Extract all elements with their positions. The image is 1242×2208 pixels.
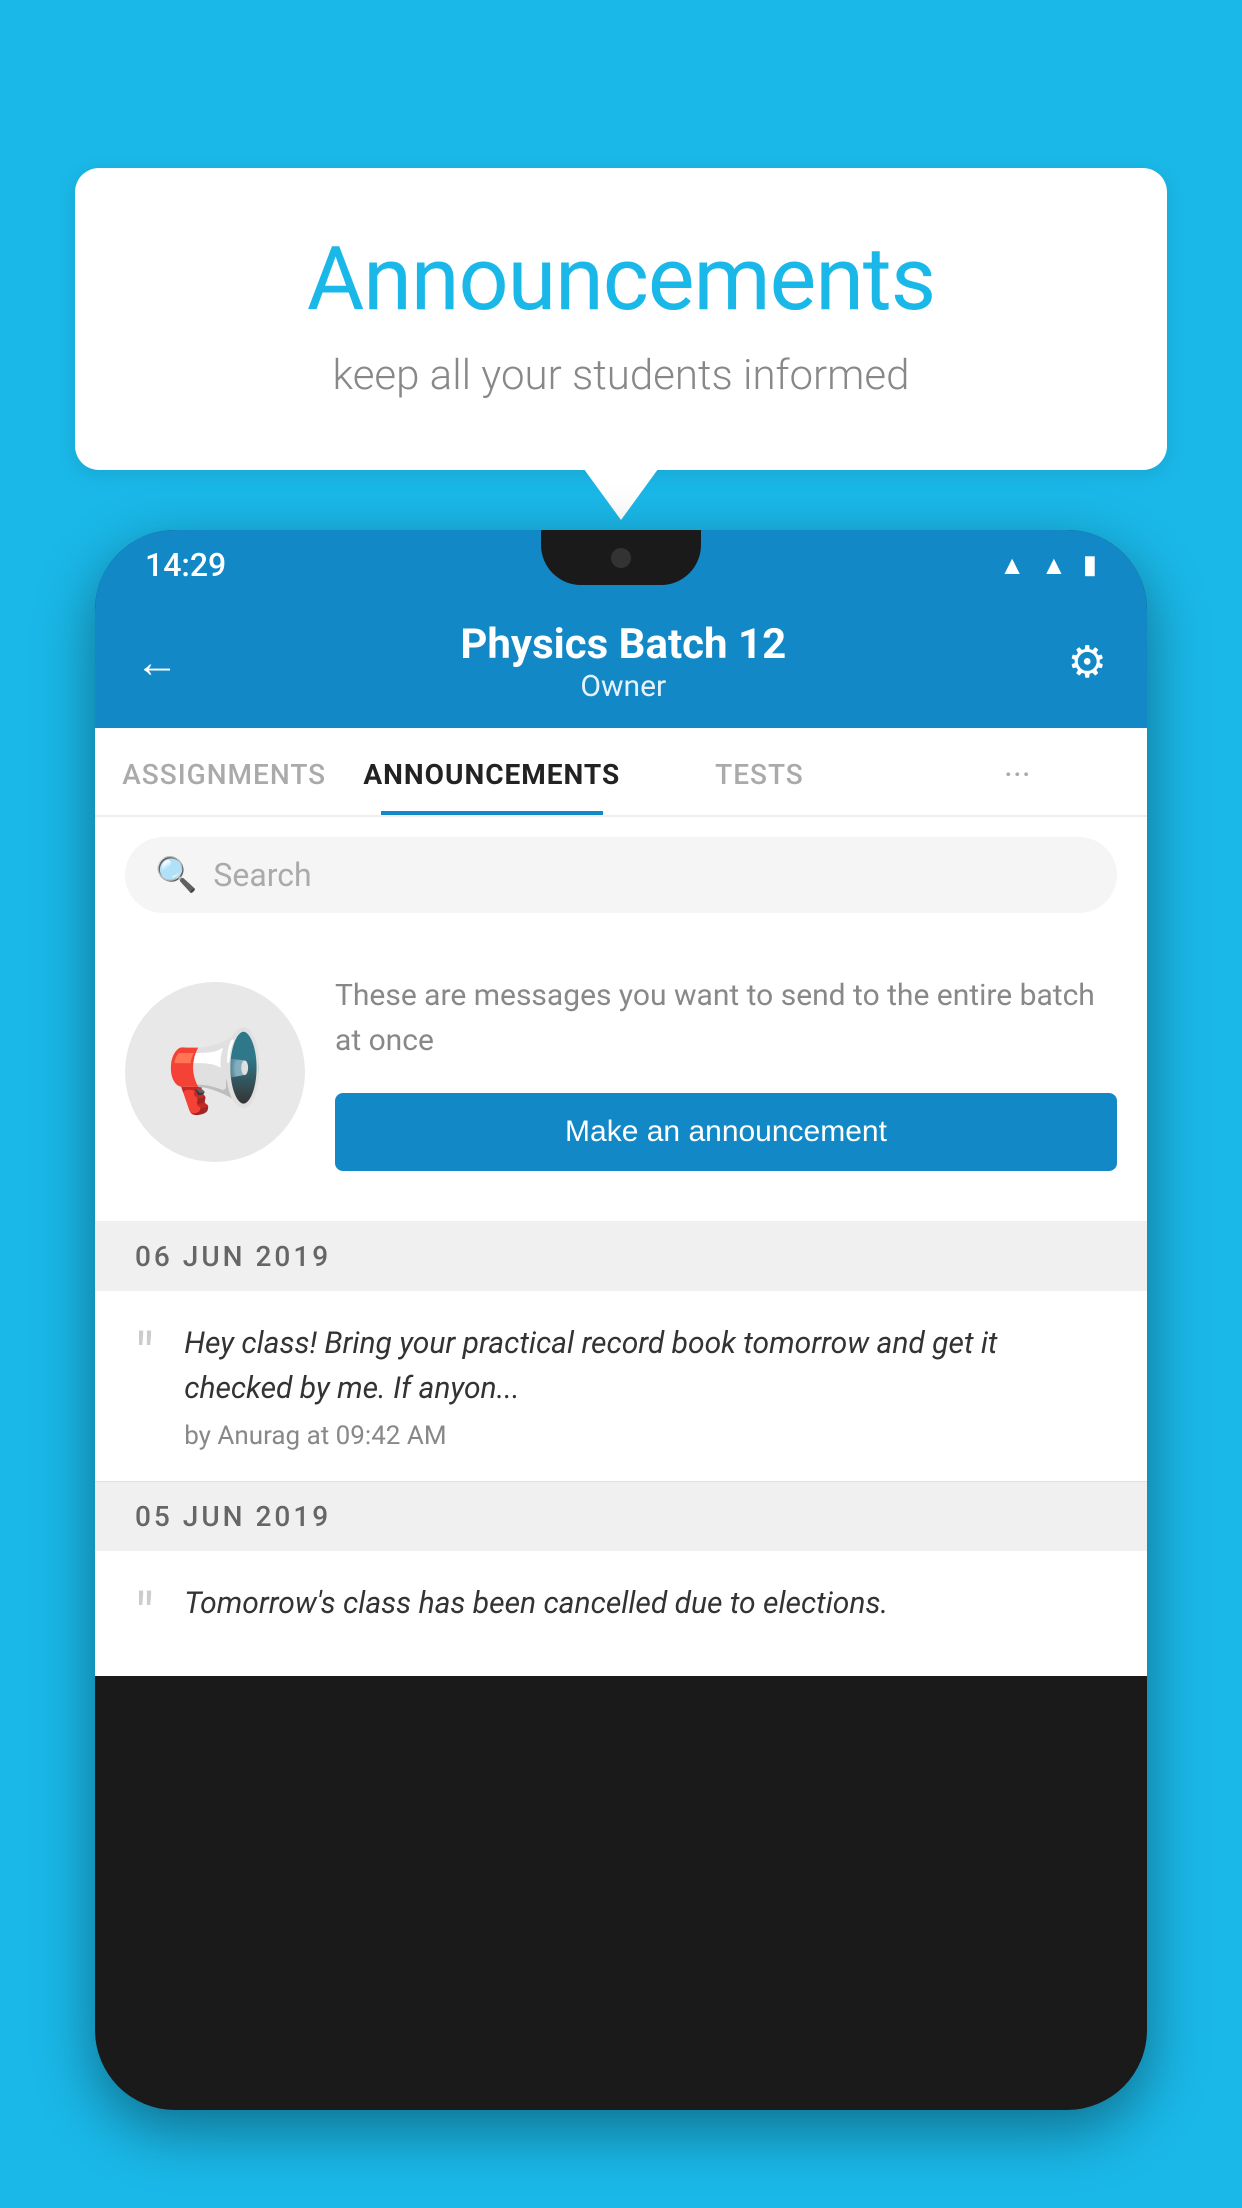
bubble-title: Announcements (155, 228, 1087, 331)
header-subtitle: Owner (460, 669, 786, 704)
phone-content: 🔍 Search 📢 These are messages you want t… (95, 817, 1147, 1676)
status-icons: ▲ ▲ ▮ (999, 550, 1097, 581)
announcement-item-content-2: Tomorrow's class has been cancelled due … (184, 1581, 1107, 1636)
settings-icon[interactable]: ⚙ (1068, 636, 1107, 688)
tabs-bar: ASSIGNMENTS ANNOUNCEMENTS TESTS ··· (95, 728, 1147, 817)
date-separator-1: 06 JUN 2019 (95, 1222, 1147, 1291)
tab-tests[interactable]: TESTS (630, 728, 888, 815)
quote-icon-1: " (135, 1326, 154, 1386)
tab-announcements[interactable]: ANNOUNCEMENTS (353, 728, 630, 815)
search-placeholder: Search (213, 856, 311, 894)
date-separator-2: 05 JUN 2019 (95, 1481, 1147, 1551)
announcement-right: These are messages you want to send to t… (335, 973, 1117, 1171)
camera-dot (611, 548, 631, 568)
phone-container: 14:29 ▲ ▲ ▮ ← Physics Batch 12 Owner ⚙ A… (95, 530, 1147, 2208)
bubble-subtitle: keep all your students informed (155, 351, 1087, 400)
speech-bubble: Announcements keep all your students inf… (75, 168, 1167, 470)
header-title: Physics Batch 12 (460, 620, 786, 669)
tab-assignments[interactable]: ASSIGNMENTS (95, 728, 353, 815)
status-time: 14:29 (145, 546, 226, 584)
announcement-item-text-1: Hey class! Bring your practical record b… (184, 1321, 1107, 1411)
announcement-item-content-1: Hey class! Bring your practical record b… (184, 1321, 1107, 1451)
make-announcement-button[interactable]: Make an announcement (335, 1093, 1117, 1171)
status-bar: 14:29 ▲ ▲ ▮ (95, 530, 1147, 600)
announcement-item-text-2: Tomorrow's class has been cancelled due … (184, 1581, 1107, 1626)
quote-icon-2: " (135, 1586, 154, 1646)
signal-icon: ▲ (1041, 550, 1067, 581)
search-bar-container: 🔍 Search (95, 817, 1147, 933)
announcement-item-2[interactable]: " Tomorrow's class has been cancelled du… (95, 1551, 1147, 1676)
header-center: Physics Batch 12 Owner (460, 620, 786, 704)
tab-more[interactable]: ··· (889, 728, 1147, 815)
announcement-description: These are messages you want to send to t… (335, 973, 1117, 1063)
notch (541, 530, 701, 585)
speech-bubble-container: Announcements keep all your students inf… (75, 168, 1167, 470)
search-icon: 🔍 (155, 855, 197, 895)
announcement-item-1[interactable]: " Hey class! Bring your practical record… (95, 1291, 1147, 1481)
announcement-item-meta-1: by Anurag at 09:42 AM (184, 1421, 1107, 1451)
megaphone-icon: 📢 (165, 1025, 265, 1119)
phone-frame: 14:29 ▲ ▲ ▮ ← Physics Batch 12 Owner ⚙ A… (95, 530, 1147, 2110)
app-header: ← Physics Batch 12 Owner ⚙ (95, 600, 1147, 728)
search-bar[interactable]: 🔍 Search (125, 837, 1117, 913)
announcement-icon-circle: 📢 (125, 982, 305, 1162)
back-button[interactable]: ← (135, 636, 179, 688)
wifi-icon: ▲ (999, 550, 1025, 581)
battery-icon: ▮ (1083, 550, 1097, 580)
announcement-empty-state: 📢 These are messages you want to send to… (95, 933, 1147, 1222)
